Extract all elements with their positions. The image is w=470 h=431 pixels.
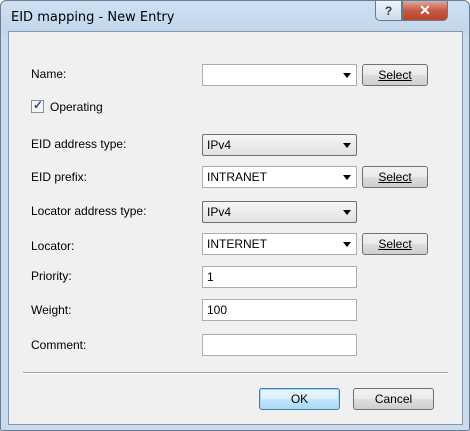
close-icon: ✕ — [419, 2, 431, 18]
eid-address-type-dropdown[interactable]: IPv4 — [202, 134, 357, 156]
ok-button[interactable]: OK — [259, 388, 340, 410]
name-combo[interactable] — [202, 64, 357, 86]
eid-address-type-label: EID address type: — [31, 137, 127, 151]
operating-checkbox[interactable]: ✓ — [31, 98, 44, 113]
weight-input[interactable]: 100 — [202, 299, 357, 321]
locator-select-button[interactable]: Select — [362, 233, 428, 255]
locator-address-type-dropdown[interactable]: IPv4 — [202, 201, 357, 223]
operating-label: Operating — [50, 100, 103, 114]
chevron-down-icon — [343, 210, 351, 215]
priority-input[interactable]: 1 — [202, 266, 357, 288]
locator-address-type-value: IPv4 — [207, 205, 232, 219]
eid-prefix-combo[interactable]: INTRANET — [202, 166, 357, 188]
locator-select-label: Select — [378, 237, 412, 251]
cancel-button[interactable]: Cancel — [353, 388, 434, 410]
checkmark-icon: ✓ — [33, 98, 44, 112]
eid-address-type-value: IPv4 — [207, 138, 232, 152]
eid-prefix-value: INTRANET — [207, 170, 267, 184]
name-select-button[interactable]: Select — [362, 64, 428, 86]
chevron-down-icon — [343, 143, 351, 148]
comment-input[interactable] — [202, 334, 357, 356]
locator-combo[interactable]: INTERNET — [202, 233, 357, 255]
name-label: Name: — [31, 67, 67, 81]
ok-label: OK — [290, 392, 309, 406]
close-button[interactable]: ✕ — [402, 1, 448, 21]
locator-value: INTERNET — [207, 237, 267, 251]
cancel-label: Cancel — [374, 392, 413, 406]
separator — [23, 372, 448, 374]
dialog-body: Name: Select ✓ Operating EID address typ… — [8, 31, 463, 425]
help-icon: ? — [384, 3, 393, 18]
locator-address-type-label: Locator address type: — [31, 204, 147, 218]
help-button[interactable]: ? — [375, 1, 402, 21]
title-bar[interactable]: EID mapping - New Entry ? ✕ — [1, 1, 469, 31]
chevron-down-icon — [343, 242, 351, 247]
name-select-label: Select — [378, 68, 412, 82]
eid-prefix-select-label: Select — [378, 170, 412, 184]
dialog-window: EID mapping - New Entry ? ✕ Name: Select… — [0, 0, 470, 431]
weight-value: 100 — [207, 303, 228, 317]
chevron-down-icon — [343, 73, 351, 78]
eid-prefix-select-button[interactable]: Select — [362, 166, 428, 188]
locator-label: Locator: — [31, 239, 75, 253]
priority-value: 1 — [207, 270, 214, 284]
comment-label: Comment: — [31, 338, 87, 352]
chevron-down-icon — [343, 175, 351, 180]
priority-label: Priority: — [31, 269, 72, 283]
eid-prefix-label: EID prefix: — [31, 170, 88, 184]
weight-label: Weight: — [31, 303, 72, 317]
window-title: EID mapping - New Entry — [11, 10, 175, 25]
